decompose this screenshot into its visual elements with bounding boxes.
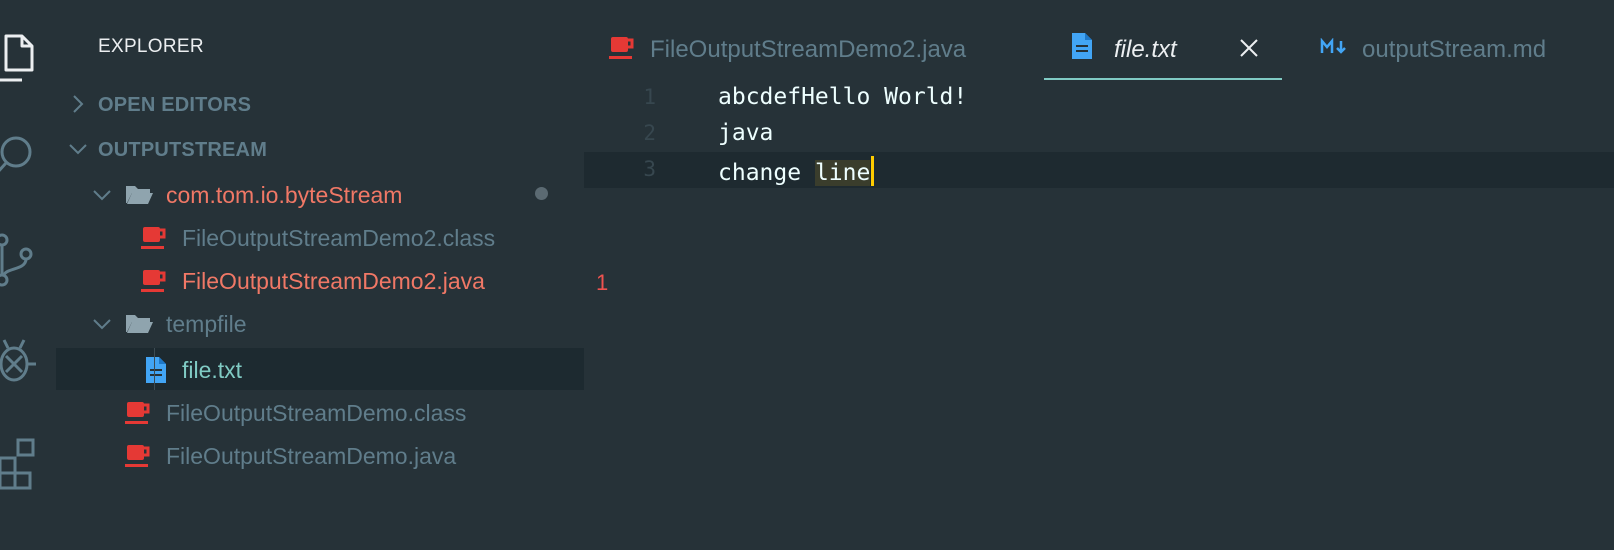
- close-icon[interactable]: [1238, 37, 1260, 64]
- file-text-icon: [144, 356, 168, 389]
- tree-item-label: file.txt: [182, 357, 243, 383]
- explorer-icon[interactable]: [0, 30, 40, 82]
- java-icon: [140, 267, 168, 300]
- java-icon: [608, 34, 636, 67]
- line-number: 3: [643, 157, 656, 181]
- open-editors-section[interactable]: OPEN EDITORS: [56, 86, 584, 122]
- tree-item-label: FileOutputStreamDemo2.class: [182, 225, 496, 251]
- text-cursor: [871, 156, 875, 186]
- tree-file-demo2-class[interactable]: FileOutputStreamDemo2.class: [56, 216, 584, 258]
- tree-item-label: com.tom.io.byteStream: [166, 182, 403, 208]
- tab-label: file.txt: [1114, 36, 1177, 63]
- file-text-icon: [1070, 32, 1094, 65]
- tree-folder-bytestream[interactable]: com.tom.io.byteStream: [56, 173, 584, 215]
- tab-label: FileOutputStreamDemo2.java: [650, 36, 967, 63]
- line-text: change: [718, 160, 815, 186]
- text-editor[interactable]: 1 abcdefHello World! 2 java 3 change lin…: [584, 80, 1614, 550]
- unsaved-changes-dot: [535, 187, 548, 200]
- activity-bar: [0, 0, 56, 550]
- explorer-sidebar: EXPLORER OPEN EDITORS OUTPUTSTREAM com.t…: [56, 0, 608, 550]
- folder-open-icon: [124, 310, 154, 341]
- tree-file-demo-class[interactable]: FileOutputStreamDemo.class: [56, 391, 584, 433]
- java-icon: [124, 399, 152, 432]
- folder-open-icon: [124, 181, 154, 212]
- editor-tabs: FileOutputStreamDemo2.java file.txt outp…: [584, 0, 1614, 80]
- chevron-down-icon: [68, 139, 88, 164]
- outputstream-label: OUTPUTSTREAM: [98, 139, 268, 161]
- tree-item-label: FileOutputStreamDemo2.java: [182, 268, 485, 294]
- outputstream-section[interactable]: OUTPUTSTREAM: [56, 131, 584, 167]
- tree-file-file-txt[interactable]: file.txt: [56, 348, 584, 390]
- editor-line[interactable]: 2 java: [584, 116, 1614, 152]
- tree-item-label: FileOutputStreamDemo.java: [166, 443, 457, 469]
- tree-folder-tempfile[interactable]: tempfile: [56, 302, 584, 344]
- java-icon: [140, 224, 168, 257]
- line-number: 1: [643, 85, 656, 109]
- chevron-down-icon: [92, 185, 112, 210]
- java-icon: [124, 442, 152, 475]
- indent-guide: [154, 348, 155, 390]
- chevron-down-icon: [92, 314, 112, 339]
- tab-file-txt[interactable]: file.txt: [1044, 0, 1282, 80]
- search-icon[interactable]: [0, 130, 40, 182]
- tab-outputstream-md[interactable]: outputStream.md: [1300, 0, 1614, 80]
- editor-line[interactable]: 1 abcdefHello World!: [584, 80, 1614, 116]
- editor-line-current[interactable]: 3 change line: [584, 152, 1614, 188]
- extensions-icon[interactable]: [0, 436, 40, 490]
- line-content: change line: [718, 156, 875, 186]
- line-content: java: [718, 120, 774, 146]
- markdown-icon: [1320, 37, 1350, 61]
- explorer-title: EXPLORER: [98, 36, 204, 57]
- line-number: 2: [643, 121, 656, 145]
- debug-icon[interactable]: [0, 336, 40, 388]
- tab-filleoutputstreamdemo2-java[interactable]: FileOutputStreamDemo2.java: [584, 0, 1024, 80]
- tree-item-label: FileOutputStreamDemo.class: [166, 400, 467, 426]
- word-highlight: line: [814, 160, 871, 186]
- tab-label: outputStream.md: [1362, 36, 1547, 63]
- tree-file-demo-java[interactable]: FileOutputStreamDemo.java: [56, 434, 584, 476]
- open-editors-label: OPEN EDITORS: [98, 94, 252, 116]
- source-control-icon[interactable]: [0, 232, 40, 287]
- tree-item-label: tempfile: [166, 311, 247, 337]
- vscode-window: EXPLORER OPEN EDITORS OUTPUTSTREAM com.t…: [0, 0, 1614, 550]
- line-content: abcdefHello World!: [718, 84, 968, 110]
- chevron-right-icon: [68, 94, 88, 119]
- tree-file-demo2-java[interactable]: FileOutputStreamDemo2.java: [56, 259, 584, 301]
